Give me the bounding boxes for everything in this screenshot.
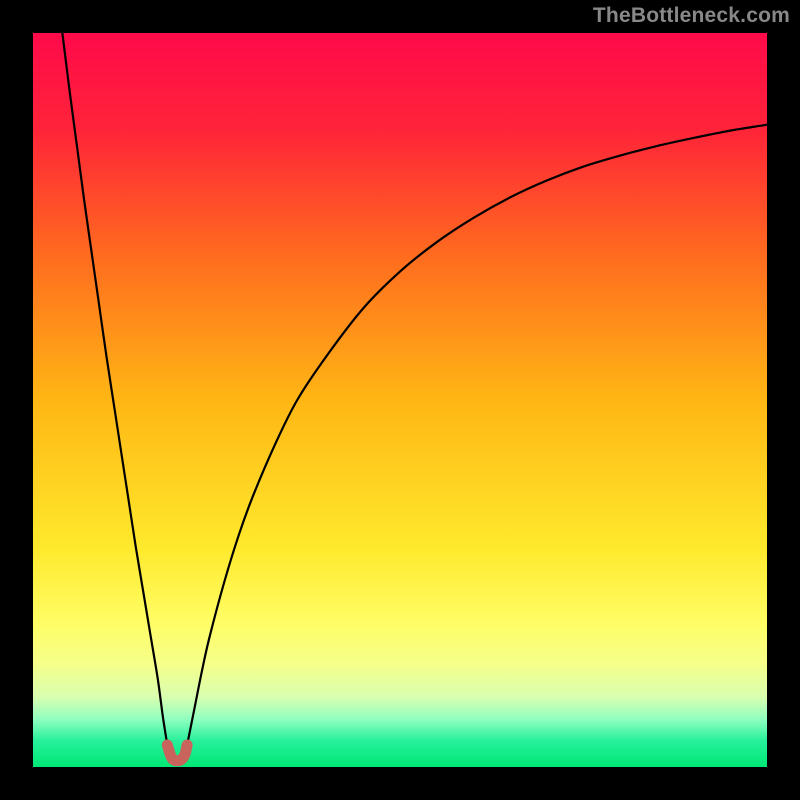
watermark-text: TheBottleneck.com bbox=[593, 4, 790, 28]
outer-frame: TheBottleneck.com bbox=[0, 0, 800, 800]
chart-svg bbox=[33, 33, 767, 767]
gradient-background bbox=[33, 33, 767, 767]
plot-area bbox=[33, 33, 767, 767]
